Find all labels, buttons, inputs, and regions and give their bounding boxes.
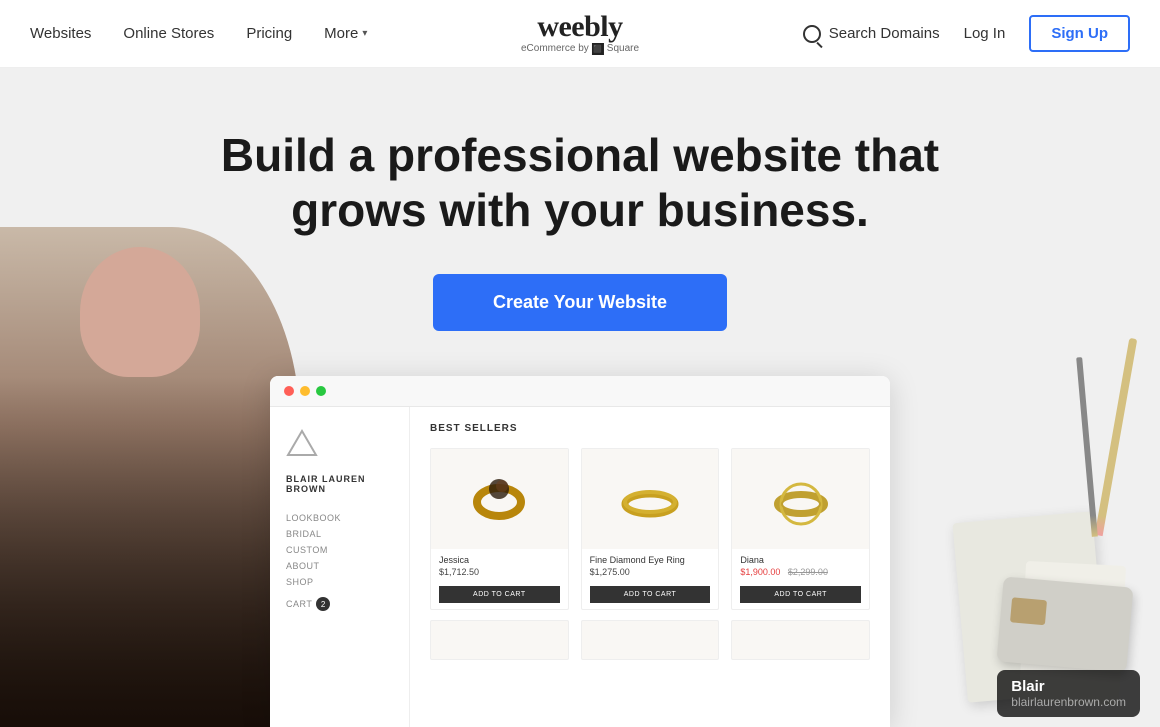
preview-main: BEST SELLERS Jessica bbox=[410, 407, 890, 727]
square-icon: ⬛ bbox=[592, 43, 604, 55]
product-info-diana: Diana $1,900.00 $2,299.00 ADD TO CART bbox=[732, 549, 869, 609]
add-to-cart-diana[interactable]: ADD TO CART bbox=[740, 586, 861, 603]
chevron-down-icon: ▾ bbox=[362, 28, 367, 39]
best-sellers-title: BEST SELLERS bbox=[430, 423, 870, 434]
product-card-bottom-3 bbox=[731, 620, 870, 660]
header-nav: Websites Online Stores Pricing More ▾ bbox=[30, 25, 367, 42]
product-card-jessica: Jessica $1,712.50 ADD TO CART bbox=[430, 448, 569, 610]
browser-dot-green bbox=[316, 386, 326, 396]
product-card-bottom-2 bbox=[581, 620, 720, 660]
browser-dot-red bbox=[284, 386, 294, 396]
login-button[interactable]: Log In bbox=[964, 25, 1006, 42]
hero-headline: Build a professional website that grows … bbox=[170, 128, 990, 238]
preview-logo-icon bbox=[286, 427, 318, 459]
product-image-jessica bbox=[431, 449, 568, 549]
pencil2-icon bbox=[1076, 357, 1098, 537]
right-decoration bbox=[930, 327, 1150, 727]
pencil-icon bbox=[1095, 338, 1138, 536]
person-illustration bbox=[0, 227, 300, 727]
products-grid: Jessica $1,712.50 ADD TO CART bbox=[430, 448, 870, 610]
product-info-diamond: Fine Diamond Eye Ring $1,275.00 ADD TO C… bbox=[582, 549, 719, 609]
products-row2 bbox=[430, 620, 870, 660]
ring-icon-diana bbox=[766, 464, 836, 534]
preview-nav-lookbook: LOOKBOOK bbox=[286, 510, 393, 526]
ring-icon-diamond bbox=[615, 464, 685, 534]
search-domains-button[interactable]: Search Domains bbox=[803, 25, 940, 43]
ring-icon-jessica bbox=[464, 464, 534, 534]
nav-pricing[interactable]: Pricing bbox=[246, 25, 292, 42]
product-card-diana: Diana $1,900.00 $2,299.00 ADD TO CART bbox=[731, 448, 870, 610]
cart-badge: 2 bbox=[316, 597, 330, 611]
browser-bar bbox=[270, 376, 890, 407]
header-actions: Search Domains Log In Sign Up bbox=[803, 15, 1130, 52]
product-price-jessica: $1,712.50 bbox=[439, 567, 560, 577]
preview-nav: LOOKBOOK BRIDAL CUSTOM ABOUT SHOP CART 2 bbox=[286, 510, 393, 614]
header: Websites Online Stores Pricing More ▾ we… bbox=[0, 0, 1160, 68]
product-price-diamond: $1,275.00 bbox=[590, 567, 711, 577]
website-preview: BLAIR LAUREN BROWN LOOKBOOK BRIDAL CUSTO… bbox=[270, 376, 890, 727]
product-card-diamond: Fine Diamond Eye Ring $1,275.00 ADD TO C… bbox=[581, 448, 720, 610]
browser-dot-yellow bbox=[300, 386, 310, 396]
add-to-cart-jessica[interactable]: ADD TO CART bbox=[439, 586, 560, 603]
product-image-diamond bbox=[582, 449, 719, 549]
preview-nav-custom: CUSTOM bbox=[286, 542, 393, 558]
product-name-jessica: Jessica bbox=[439, 555, 560, 565]
logo[interactable]: weebly eCommerce by ⬛ Square bbox=[521, 12, 639, 55]
blair-url: blairlaurenbrown.com bbox=[1011, 695, 1126, 709]
blair-name: Blair bbox=[1011, 678, 1126, 695]
product-name-diamond: Fine Diamond Eye Ring bbox=[590, 555, 711, 565]
product-name-diana: Diana bbox=[740, 555, 861, 565]
nav-online-stores[interactable]: Online Stores bbox=[123, 25, 214, 42]
logo-subtitle: eCommerce by ⬛ Square bbox=[521, 43, 639, 55]
logo-wordmark: weebly bbox=[521, 12, 639, 42]
preview-nav-shop: SHOP bbox=[286, 574, 393, 590]
product-card-bottom-1 bbox=[430, 620, 569, 660]
blair-name-tag: Blair blairlaurenbrown.com bbox=[997, 670, 1140, 717]
preview-nav-about: ABOUT bbox=[286, 558, 393, 574]
add-to-cart-diamond[interactable]: ADD TO CART bbox=[590, 586, 711, 603]
search-icon bbox=[803, 25, 821, 43]
credit-card-illustration bbox=[997, 576, 1134, 672]
product-image-diana bbox=[732, 449, 869, 549]
preview-sidebar: BLAIR LAUREN BROWN LOOKBOOK BRIDAL CUSTO… bbox=[270, 407, 410, 727]
preview-cart: CART 2 bbox=[286, 594, 393, 614]
preview-brand-name: BLAIR LAUREN BROWN bbox=[286, 474, 393, 494]
product-info-jessica: Jessica $1,712.50 ADD TO CART bbox=[431, 549, 568, 609]
create-website-button[interactable]: Create Your Website bbox=[433, 274, 727, 331]
nav-websites[interactable]: Websites bbox=[30, 25, 91, 42]
nav-more[interactable]: More ▾ bbox=[324, 25, 367, 42]
product-price-diana: $1,900.00 $2,299.00 bbox=[740, 567, 861, 577]
preview-nav-bridal: BRIDAL bbox=[286, 526, 393, 542]
signup-button[interactable]: Sign Up bbox=[1029, 15, 1130, 52]
hero-section: Build a professional website that grows … bbox=[0, 68, 1160, 727]
preview-body: BLAIR LAUREN BROWN LOOKBOOK BRIDAL CUSTO… bbox=[270, 407, 890, 727]
